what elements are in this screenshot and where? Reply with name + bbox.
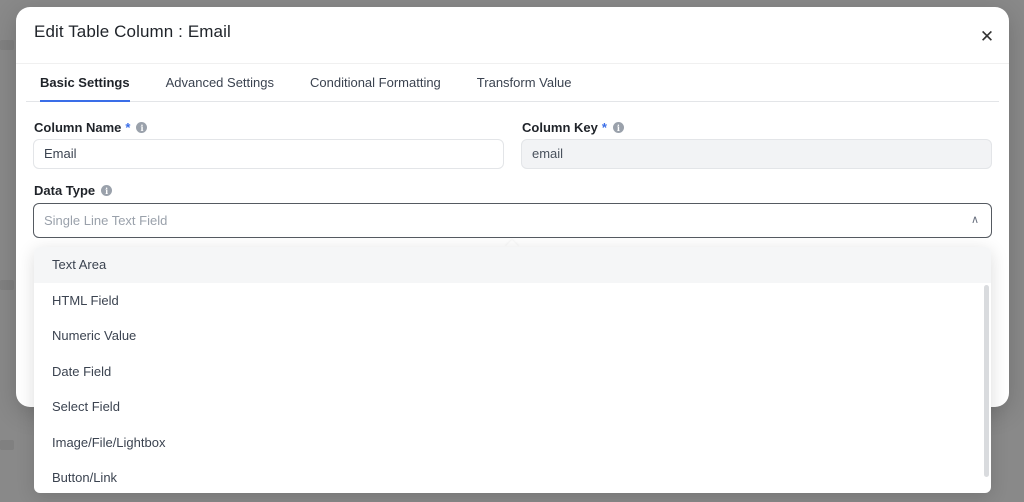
info-icon[interactable]: i bbox=[612, 122, 624, 133]
column-name-input[interactable]: Email bbox=[33, 139, 504, 169]
data-type-select[interactable]: Single Line Text Field ∧ bbox=[33, 203, 992, 238]
dropdown-option-button-link[interactable]: Button/Link bbox=[34, 460, 991, 493]
header-divider bbox=[16, 63, 1009, 64]
dropdown-option-text-area[interactable]: Text Area bbox=[34, 247, 991, 283]
tab-bar: Basic Settings Advanced Settings Conditi… bbox=[26, 67, 999, 102]
info-icon[interactable]: i bbox=[101, 185, 113, 196]
modal-title: Edit Table Column : Email bbox=[34, 22, 231, 41]
tab-transform-value[interactable]: Transform Value bbox=[463, 67, 586, 101]
required-mark: * bbox=[601, 120, 607, 135]
column-key-input: email bbox=[521, 139, 992, 169]
info-icon[interactable]: i bbox=[136, 122, 148, 133]
close-icon[interactable]: ✕ bbox=[977, 27, 997, 47]
tab-conditional-formatting[interactable]: Conditional Formatting bbox=[296, 67, 455, 101]
column-key-label: Column Key * i bbox=[522, 120, 624, 135]
tab-advanced-settings[interactable]: Advanced Settings bbox=[152, 67, 288, 101]
dropdown-option-numeric-value[interactable]: Numeric Value bbox=[34, 318, 991, 354]
data-type-label-text: Data Type bbox=[34, 183, 96, 198]
dropdown-option-select-field[interactable]: Select Field bbox=[34, 389, 991, 425]
dropdown-option-html-field[interactable]: HTML Field bbox=[34, 283, 991, 319]
required-mark: * bbox=[125, 120, 131, 135]
dropdown-scrollbar[interactable] bbox=[984, 285, 989, 477]
chevron-up-icon: ∧ bbox=[970, 214, 979, 226]
dropdown-option-date-field[interactable]: Date Field bbox=[34, 354, 991, 390]
column-name-label-text: Column Name bbox=[34, 120, 122, 135]
column-key-label-text: Column Key bbox=[522, 120, 598, 135]
column-name-label: Column Name * i bbox=[34, 120, 148, 135]
dropdown-option-image-file-lightbox[interactable]: Image/File/Lightbox bbox=[34, 425, 991, 461]
data-type-dropdown: Text Area HTML Field Numeric Value Date … bbox=[34, 247, 991, 493]
data-type-label: Data Type i bbox=[34, 183, 113, 198]
tab-basic-settings[interactable]: Basic Settings bbox=[26, 67, 144, 102]
data-type-placeholder: Single Line Text Field bbox=[44, 213, 168, 228]
